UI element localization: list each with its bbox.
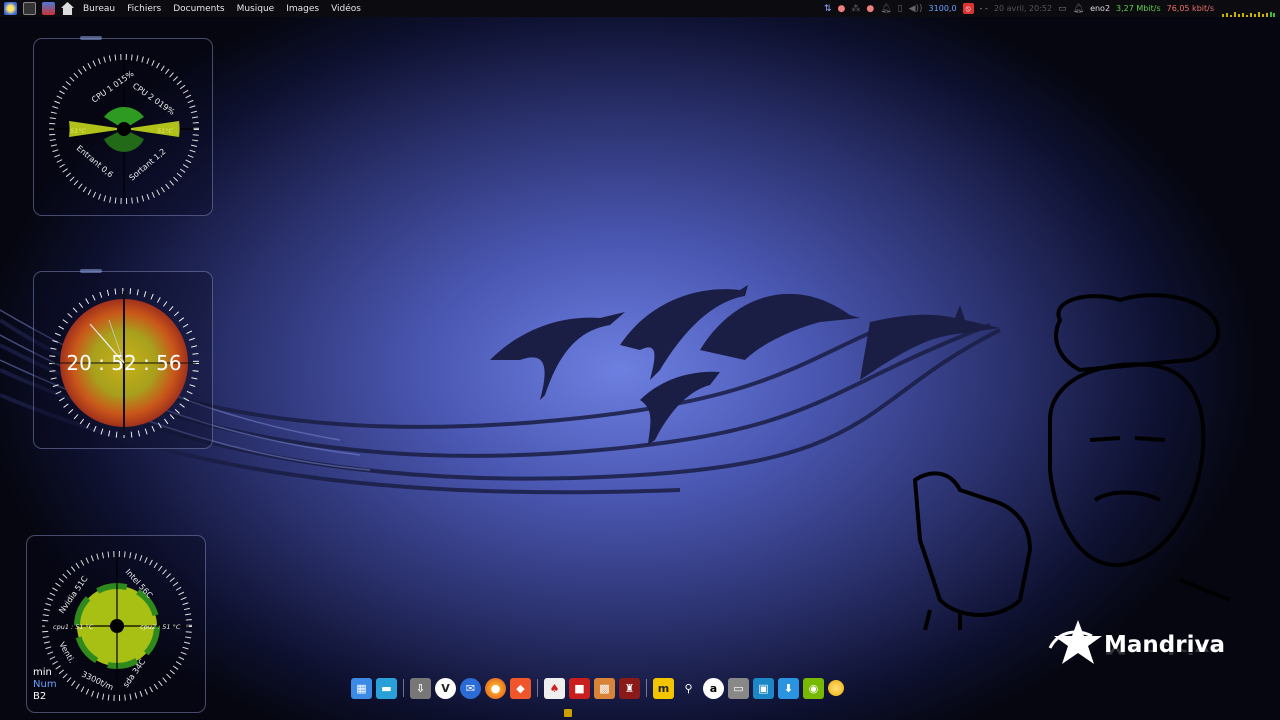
net-out-label: Sortant 1,2 <box>128 147 168 183</box>
cpu-gauge: CPU 1 015% CPU 2 019% 51°C 51°C Entrant … <box>49 54 199 204</box>
menu-musique[interactable]: Musique <box>234 4 278 14</box>
home-icon[interactable] <box>61 2 74 15</box>
clock-face: 20 : 52 : 56 <box>49 288 199 438</box>
cpu-frequency: 3100,0 <box>928 4 957 13</box>
hidden-panel-tab[interactable] <box>564 709 572 717</box>
network-graph-icon <box>1222 11 1275 17</box>
windows-icon[interactable]: ▦ <box>351 677 372 699</box>
top-panel-right: ⇅ ● ⁂ ● 🔔︎ ▯ ◀)) 3100,0 ⦸ - - 20 avril, … <box>824 0 1280 17</box>
file-manager-icon[interactable] <box>42 2 55 15</box>
blocked-icon[interactable]: ⦸ <box>962 3 974 14</box>
ventil-label: Venti. <box>57 641 76 665</box>
gauge-center <box>110 619 124 633</box>
keyboard-indicators: min Num B2 <box>33 667 57 703</box>
alarm-icon[interactable]: 🔔︎ <box>1073 4 1084 14</box>
num-indicator: Num <box>33 679 57 690</box>
bell-icon[interactable]: 🔔︎ <box>880 4 891 14</box>
gauge-center <box>117 122 131 136</box>
logo-reflection: Mandriva <box>1104 640 1225 656</box>
cpu1-label: CPU 1 015% <box>90 69 136 105</box>
menu-documents[interactable]: Documents <box>170 4 227 14</box>
net-in-label: Entrant 0,6 <box>75 144 115 180</box>
brave-icon[interactable]: ◆ <box>510 677 531 699</box>
mahjong-icon[interactable]: ■ <box>569 677 590 699</box>
menu-videos[interactable]: Vidéos <box>328 4 364 14</box>
cpu1-temp-label: cpu1 : 51 °C <box>53 623 94 631</box>
firefox-icon[interactable]: ● <box>485 677 506 699</box>
dock-separator <box>537 679 538 697</box>
network-interface: eno2 <box>1090 4 1111 13</box>
updates-icon[interactable]: ⇅ <box>824 4 832 14</box>
clock-time: 20 : 52 : 56 <box>66 351 181 375</box>
download-manager-icon[interactable]: ⇩ <box>410 677 431 699</box>
cpu-gauge-widget[interactable]: CPU 1 015% CPU 2 019% 51°C 51°C Entrant … <box>33 36 213 216</box>
dock-separator <box>646 679 647 697</box>
downloader-icon[interactable]: ⬇ <box>778 677 799 699</box>
dock-separator <box>403 679 404 697</box>
games-icon[interactable]: m <box>653 677 674 699</box>
amule-icon[interactable]: a <box>703 677 724 699</box>
top-panel-left: Bureau Fichiers Documents Musique Images… <box>4 0 364 17</box>
mandriva-logo: Mandriva Mandriva <box>1046 618 1246 678</box>
vivaldi-icon[interactable]: V <box>435 677 456 699</box>
cpu2-temp-label: cpu2 : 51 °C <box>140 623 181 631</box>
desktop-icon[interactable]: ▬ <box>376 677 397 699</box>
volume-icon[interactable]: ◀)) <box>909 4 923 14</box>
app-menu-icon[interactable] <box>4 2 17 15</box>
clock-widget[interactable]: 20 : 52 : 56 <box>33 269 213 449</box>
nvidia-icon[interactable]: ◉ <box>803 677 824 699</box>
download-speed: 3,27 Mbit/s <box>1116 4 1161 13</box>
network-icon[interactable]: ⁂ <box>851 4 860 14</box>
terminal-icon[interactable] <box>23 2 36 15</box>
battery-icon[interactable]: ▯ <box>898 4 903 14</box>
chef-illustration <box>912 293 1231 631</box>
puzzle-icon[interactable]: ▩ <box>594 677 615 699</box>
clipboard-icon[interactable]: ▭ <box>1058 4 1067 14</box>
dolphin-shapes <box>490 285 1000 445</box>
fan-label: 3300t/m <box>80 670 115 693</box>
menu-fichiers[interactable]: Fichiers <box>124 4 164 14</box>
temp-right-label: 51°C <box>157 127 174 135</box>
menu-images[interactable]: Images <box>283 4 322 14</box>
temp-left-label: 51°C <box>70 127 87 135</box>
star-icon <box>1048 620 1102 664</box>
solitaire-icon[interactable]: ♠ <box>544 677 565 699</box>
scanner-icon[interactable]: ▭ <box>728 677 749 699</box>
thunderbird-icon[interactable]: ✉ <box>460 677 481 699</box>
min-indicator: min <box>33 667 52 678</box>
top-panel: Bureau Fichiers Documents Musique Images… <box>0 0 1280 17</box>
remote-desktop-icon[interactable]: ▣ <box>753 677 774 699</box>
chess-icon[interactable]: ♜ <box>619 677 640 699</box>
notifier-icon[interactable]: ● <box>837 4 845 14</box>
upload-speed: 76,05 kbit/s <box>1166 4 1214 13</box>
radio-icon[interactable]: ⚲ <box>678 678 699 699</box>
dock: ▦ ▬ ⇩ V ✉ ● ◆ ♠ ■ ▩ ♜ m ⚲ a ▭ ▣ ⬇ ◉ <box>351 677 844 699</box>
weather-icon[interactable] <box>828 680 844 696</box>
tray-dashes: - - <box>979 4 988 13</box>
chat-icon[interactable]: ● <box>866 4 874 14</box>
clock-date[interactable]: 20 avril, 20:52 <box>994 4 1052 13</box>
b2-indicator: B2 <box>33 691 47 702</box>
menu-bureau[interactable]: Bureau <box>80 4 118 14</box>
